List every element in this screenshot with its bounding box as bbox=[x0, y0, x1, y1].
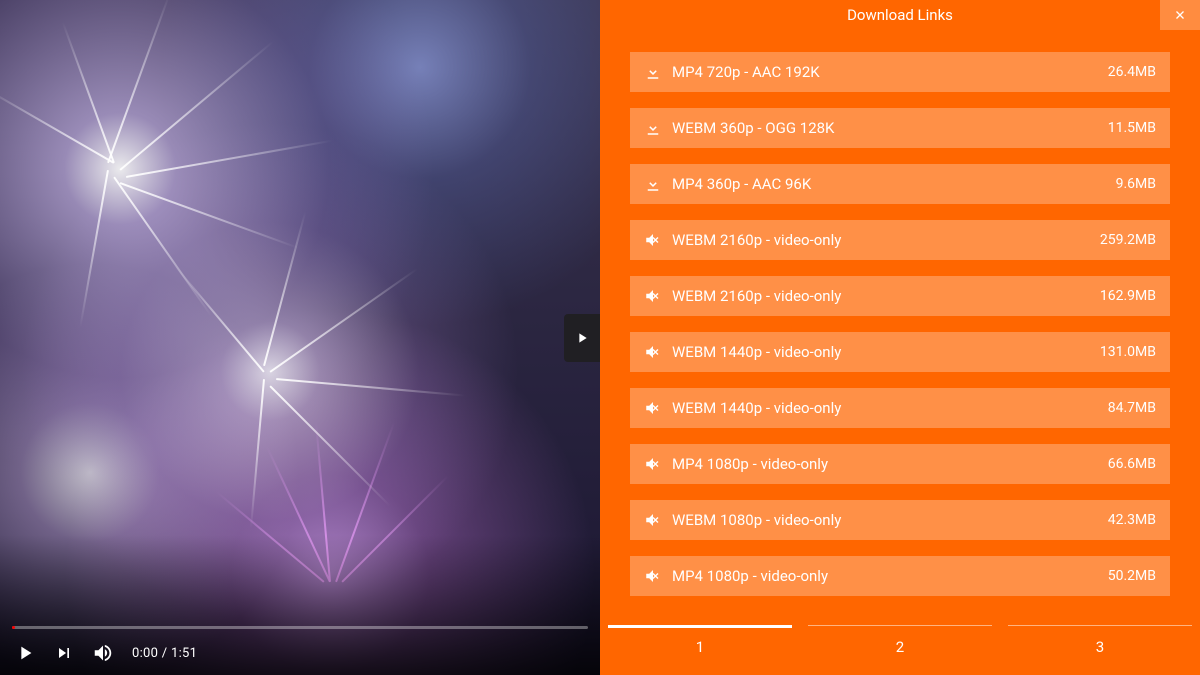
progress-fill bbox=[12, 626, 15, 629]
download-label: MP4 720p - AAC 192K bbox=[672, 63, 1108, 81]
pager: 123 bbox=[600, 625, 1200, 675]
app-root: 0:00 / 1:51 Download Links MP4 720p - AA… bbox=[0, 0, 1200, 675]
download-label: WEBM 2160p - video-only bbox=[672, 287, 1100, 305]
pager-page[interactable]: 1 bbox=[600, 625, 800, 669]
download-panel: Download Links MP4 720p - AAC 192K26.4MB… bbox=[600, 0, 1200, 675]
center-play-button[interactable] bbox=[564, 314, 600, 362]
download-size: 259.2MB bbox=[1100, 232, 1156, 248]
download-row[interactable]: WEBM 360p - OGG 128K11.5MB bbox=[630, 108, 1170, 148]
pager-page[interactable]: 2 bbox=[800, 625, 1000, 669]
muted-icon bbox=[644, 399, 662, 417]
progress-bar[interactable] bbox=[12, 626, 588, 629]
download-label: MP4 1080p - video-only bbox=[672, 567, 1108, 585]
time-display: 0:00 / 1:51 bbox=[132, 646, 197, 661]
muted-icon bbox=[644, 231, 662, 249]
download-row[interactable]: WEBM 2160p - video-only259.2MB bbox=[630, 220, 1170, 260]
video-player[interactable]: 0:00 / 1:51 bbox=[0, 0, 600, 675]
download-size: 9.6MB bbox=[1116, 176, 1156, 192]
download-row[interactable]: WEBM 1440p - video-only84.7MB bbox=[630, 388, 1170, 428]
close-button[interactable] bbox=[1160, 0, 1200, 30]
download-row[interactable]: WEBM 1440p - video-only131.0MB bbox=[630, 332, 1170, 372]
download-size: 131.0MB bbox=[1100, 344, 1156, 360]
download-row[interactable]: MP4 1080p - video-only66.6MB bbox=[630, 444, 1170, 484]
muted-icon bbox=[644, 455, 662, 473]
muted-icon bbox=[644, 511, 662, 529]
download-icon bbox=[644, 119, 662, 137]
download-row[interactable]: MP4 1080p - video-only50.2MB bbox=[630, 556, 1170, 596]
download-size: 162.9MB bbox=[1100, 288, 1156, 304]
download-row[interactable]: MP4 360p - AAC 96K9.6MB bbox=[630, 164, 1170, 204]
download-size: 11.5MB bbox=[1108, 120, 1156, 136]
muted-icon bbox=[644, 567, 662, 585]
download-size: 84.7MB bbox=[1108, 400, 1156, 416]
panel-header: Download Links bbox=[600, 0, 1200, 30]
download-row[interactable]: WEBM 1080p - video-only42.3MB bbox=[630, 500, 1170, 540]
video-controls: 0:00 / 1:51 bbox=[0, 631, 600, 675]
play-icon bbox=[574, 330, 590, 346]
download-label: MP4 1080p - video-only bbox=[672, 455, 1108, 473]
download-icon bbox=[644, 63, 662, 81]
download-icon bbox=[644, 175, 662, 193]
download-row[interactable]: MP4 720p - AAC 192K26.4MB bbox=[630, 52, 1170, 92]
pager-page[interactable]: 3 bbox=[1000, 625, 1200, 669]
download-label: WEBM 1080p - video-only bbox=[672, 511, 1108, 529]
download-label: MP4 360p - AAC 96K bbox=[672, 175, 1116, 193]
download-size: 42.3MB bbox=[1108, 512, 1156, 528]
download-list: MP4 720p - AAC 192K26.4MB WEBM 360p - OGG… bbox=[600, 30, 1200, 625]
download-label: WEBM 2160p - video-only bbox=[672, 231, 1100, 249]
download-label: WEBM 1440p - video-only bbox=[672, 399, 1108, 417]
download-size: 66.6MB bbox=[1108, 456, 1156, 472]
download-row[interactable]: WEBM 2160p - video-only162.9MB bbox=[630, 276, 1170, 316]
download-label: WEBM 360p - OGG 128K bbox=[672, 119, 1108, 137]
download-size: 50.2MB bbox=[1108, 568, 1156, 584]
play-button[interactable] bbox=[14, 642, 36, 664]
next-button[interactable] bbox=[54, 643, 74, 663]
muted-icon bbox=[644, 343, 662, 361]
download-size: 26.4MB bbox=[1108, 64, 1156, 80]
download-label: WEBM 1440p - video-only bbox=[672, 343, 1100, 361]
close-icon bbox=[1173, 8, 1187, 22]
muted-icon bbox=[644, 287, 662, 305]
panel-title: Download Links bbox=[847, 6, 953, 24]
volume-button[interactable] bbox=[92, 642, 114, 664]
